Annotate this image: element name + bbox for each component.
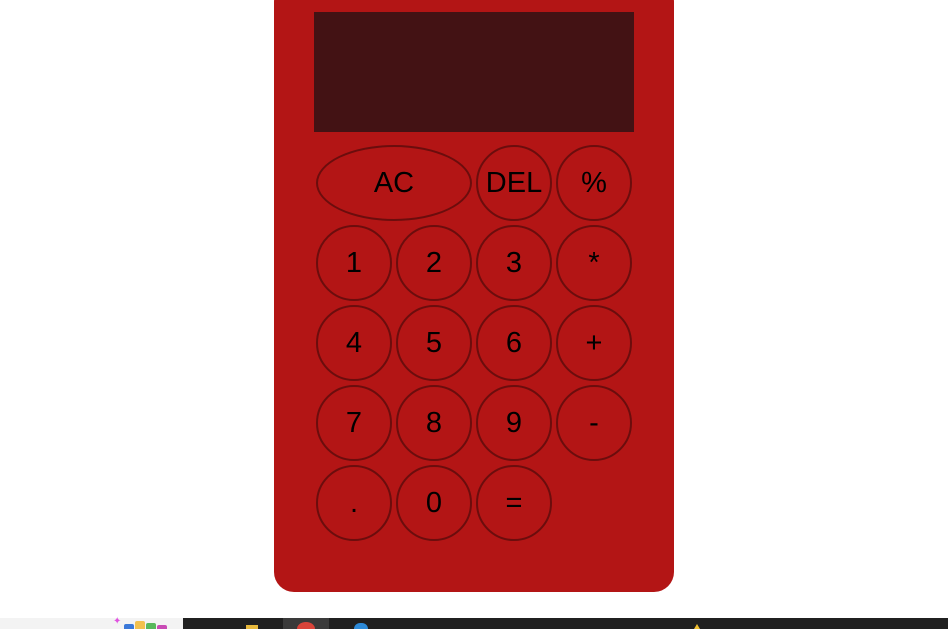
taskbar: ✦: [0, 616, 948, 629]
decimal-button[interactable]: .: [316, 465, 392, 541]
multiply-button[interactable]: *: [556, 225, 632, 301]
digit-0-button[interactable]: 0: [396, 465, 472, 541]
digit-8-button[interactable]: 8: [396, 385, 472, 461]
digit-7-button[interactable]: 7: [316, 385, 392, 461]
calculator: AC DEL % 1 2 3 * 4 5 6 + 7 8 9 - . 0 =: [274, 0, 674, 592]
file-explorer-icon[interactable]: [246, 625, 258, 629]
keypad: AC DEL % 1 2 3 * 4 5 6 + 7 8 9 - . 0 =: [316, 145, 636, 541]
equals-button[interactable]: =: [476, 465, 552, 541]
digit-3-button[interactable]: 3: [476, 225, 552, 301]
calculator-display: [314, 12, 634, 132]
digit-6-button[interactable]: 6: [476, 305, 552, 381]
add-button[interactable]: +: [556, 305, 632, 381]
all-clear-button[interactable]: AC: [316, 145, 472, 221]
delete-button[interactable]: DEL: [476, 145, 552, 221]
widgets-icon[interactable]: [124, 620, 176, 629]
digit-1-button[interactable]: 1: [316, 225, 392, 301]
chrome-icon[interactable]: [283, 618, 329, 629]
edge-icon[interactable]: [354, 623, 368, 629]
digit-2-button[interactable]: 2: [396, 225, 472, 301]
digit-5-button[interactable]: 5: [396, 305, 472, 381]
subtract-button[interactable]: -: [556, 385, 632, 461]
percent-button[interactable]: %: [556, 145, 632, 221]
notification-icon[interactable]: [694, 624, 700, 629]
sparkle-icon: ✦: [113, 616, 122, 627]
taskbar-widget-area[interactable]: ✦: [0, 616, 183, 629]
digit-9-button[interactable]: 9: [476, 385, 552, 461]
digit-4-button[interactable]: 4: [316, 305, 392, 381]
page: AC DEL % 1 2 3 * 4 5 6 + 7 8 9 - . 0 = ✦: [0, 0, 948, 629]
